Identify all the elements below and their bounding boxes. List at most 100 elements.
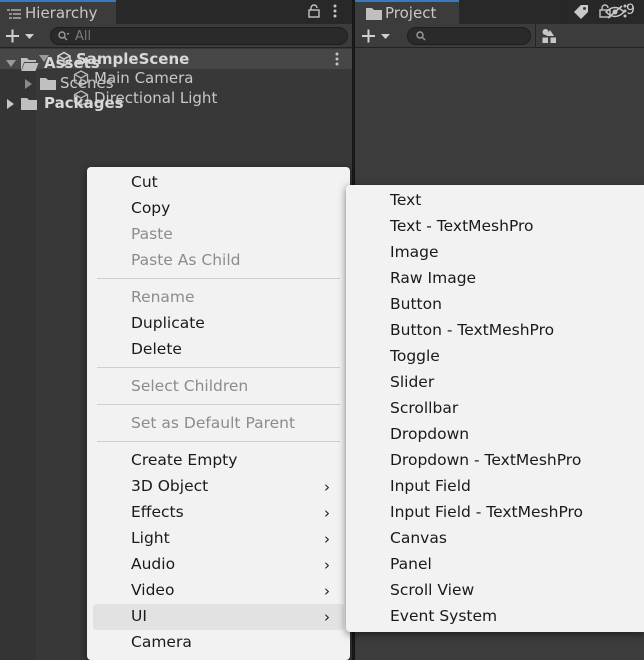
project-tab[interactable]: Project [355, 0, 459, 24]
menu-item-copy[interactable]: Copy [97, 196, 340, 222]
submenu-arrow-icon: › [324, 530, 330, 548]
menu-item-cut[interactable]: Cut [97, 170, 340, 196]
menu-divider [97, 367, 340, 368]
search-placeholder: All [75, 29, 92, 44]
submenu-item-label: Dropdown [390, 425, 470, 443]
submenu-item-label: Panel [390, 555, 432, 573]
submenu-item-label: Button - TextMeshPro [390, 321, 555, 339]
submenu-arrow-icon: › [324, 608, 330, 626]
submenu-item-input-field-tmp[interactable]: Input Field - TextMeshPro [346, 500, 644, 526]
menu-item-label: UI [131, 607, 147, 625]
folder-icon [40, 77, 56, 90]
menu-item-ui[interactable]: UI › [93, 604, 344, 630]
collapse-arrow-icon[interactable] [25, 79, 33, 89]
submenu-item-dropdown[interactable]: Dropdown [346, 422, 644, 448]
label-tag-icon[interactable] [573, 4, 589, 20]
menu-item-label: Light [131, 529, 170, 547]
menu-divider [97, 441, 340, 442]
ui-submenu: Text Text - TextMeshPro Image Raw Image … [346, 185, 644, 632]
menu-item-delete[interactable]: Delete [97, 337, 340, 363]
add-button[interactable] [4, 28, 36, 44]
tree-item-assets[interactable]: Assets [0, 54, 289, 74]
submenu-item-label: Scrollbar [390, 399, 459, 417]
toolbar-divider [562, 0, 563, 23]
project-search-input[interactable] [407, 27, 531, 45]
menu-item-3d-object[interactable]: 3D Object › [97, 474, 340, 500]
tree-item-scenes[interactable]: Scenes [0, 74, 289, 94]
menu-item-set-default-parent: Set as Default Parent [97, 411, 340, 437]
submenu-item-label: Text [390, 191, 422, 209]
submenu-item-panel[interactable]: Panel [346, 552, 644, 578]
submenu-item-canvas[interactable]: Canvas [346, 526, 644, 552]
submenu-item-raw-image[interactable]: Raw Image [346, 266, 644, 292]
submenu-item-text-tmp[interactable]: Text - TextMeshPro [346, 214, 644, 240]
add-button[interactable] [360, 28, 392, 44]
scene-kebab-icon[interactable] [335, 52, 339, 66]
folder-icon [366, 7, 382, 20]
submenu-item-label: Canvas [390, 529, 447, 547]
folder-icon [21, 97, 37, 110]
tree-item-packages[interactable]: Packages [0, 94, 289, 114]
submenu-item-scrollbar[interactable]: Scrollbar [346, 396, 644, 422]
menu-item-camera[interactable]: Camera [97, 630, 340, 656]
menu-item-label: Duplicate [131, 314, 205, 332]
project-toolbar [355, 24, 644, 48]
menu-item-label: 3D Object [131, 477, 209, 495]
menu-item-label: Set as Default Parent [131, 414, 296, 432]
submenu-item-button-tmp[interactable]: Button - TextMeshPro [346, 318, 644, 344]
menu-item-light[interactable]: Light › [97, 526, 340, 552]
hierarchy-list-icon [7, 8, 21, 20]
menu-item-label: Paste [131, 225, 173, 243]
submenu-item-label: Button [390, 295, 442, 313]
menu-item-paste: Paste [97, 222, 340, 248]
hidden-eye-icon[interactable] [605, 5, 625, 19]
submenu-item-label: Image [390, 243, 439, 261]
submenu-item-slider[interactable]: Slider [346, 370, 644, 396]
menu-divider [97, 404, 340, 405]
open-folder-icon [21, 57, 39, 71]
submenu-item-button[interactable]: Button [346, 292, 644, 318]
menu-item-effects[interactable]: Effects › [97, 500, 340, 526]
menu-item-audio[interactable]: Audio › [97, 552, 340, 578]
hidden-count: 9 [626, 2, 635, 18]
submenu-item-label: Raw Image [390, 269, 477, 287]
toolbar-divider [535, 24, 536, 47]
menu-item-label: Create Empty [131, 451, 238, 469]
hierarchy-search-input[interactable]: All [50, 27, 348, 45]
submenu-item-label: Scroll View [390, 581, 475, 599]
menu-item-label: Video [131, 581, 175, 599]
lock-icon[interactable] [308, 4, 320, 18]
submenu-item-label: Dropdown - TextMeshPro [390, 451, 582, 469]
menu-item-duplicate[interactable]: Duplicate [97, 311, 340, 337]
submenu-item-dropdown-tmp[interactable]: Dropdown - TextMeshPro [346, 448, 644, 474]
collapse-arrow-icon[interactable] [7, 99, 15, 109]
submenu-item-input-field[interactable]: Input Field [346, 474, 644, 500]
submenu-item-text[interactable]: Text [346, 188, 644, 214]
submenu-item-event-system[interactable]: Event System [346, 604, 644, 630]
submenu-item-image[interactable]: Image [346, 240, 644, 266]
submenu-item-label: Toggle [390, 347, 440, 365]
submenu-item-label: Text - TextMeshPro [390, 217, 534, 235]
hierarchy-toolbar: All [0, 24, 352, 48]
menu-item-label: Delete [131, 340, 182, 358]
submenu-arrow-icon: › [324, 478, 330, 496]
folder-label: Scenes [60, 74, 114, 92]
expand-arrow-icon[interactable] [6, 60, 16, 68]
folder-label: Packages [44, 94, 124, 112]
menu-item-create-empty[interactable]: Create Empty [97, 448, 340, 474]
hierarchy-gutter [0, 69, 36, 660]
menu-item-label: Effects [131, 503, 184, 521]
search-icon [58, 31, 70, 41]
submenu-arrow-icon: › [324, 582, 330, 600]
menu-item-video[interactable]: Video › [97, 578, 340, 604]
hierarchy-tab[interactable]: Hierarchy [0, 0, 116, 24]
menu-item-label: Paste As Child [131, 251, 241, 269]
folder-label: Assets [44, 54, 100, 72]
kebab-menu-icon[interactable] [333, 4, 337, 18]
menu-item-label: Rename [131, 288, 195, 306]
hierarchy-tab-title: Hierarchy [25, 4, 98, 22]
submenu-item-toggle[interactable]: Toggle [346, 344, 644, 370]
search-by-type-icon[interactable] [541, 28, 557, 44]
submenu-item-scroll-view[interactable]: Scroll View [346, 578, 644, 604]
toolbar-divider [597, 0, 598, 23]
